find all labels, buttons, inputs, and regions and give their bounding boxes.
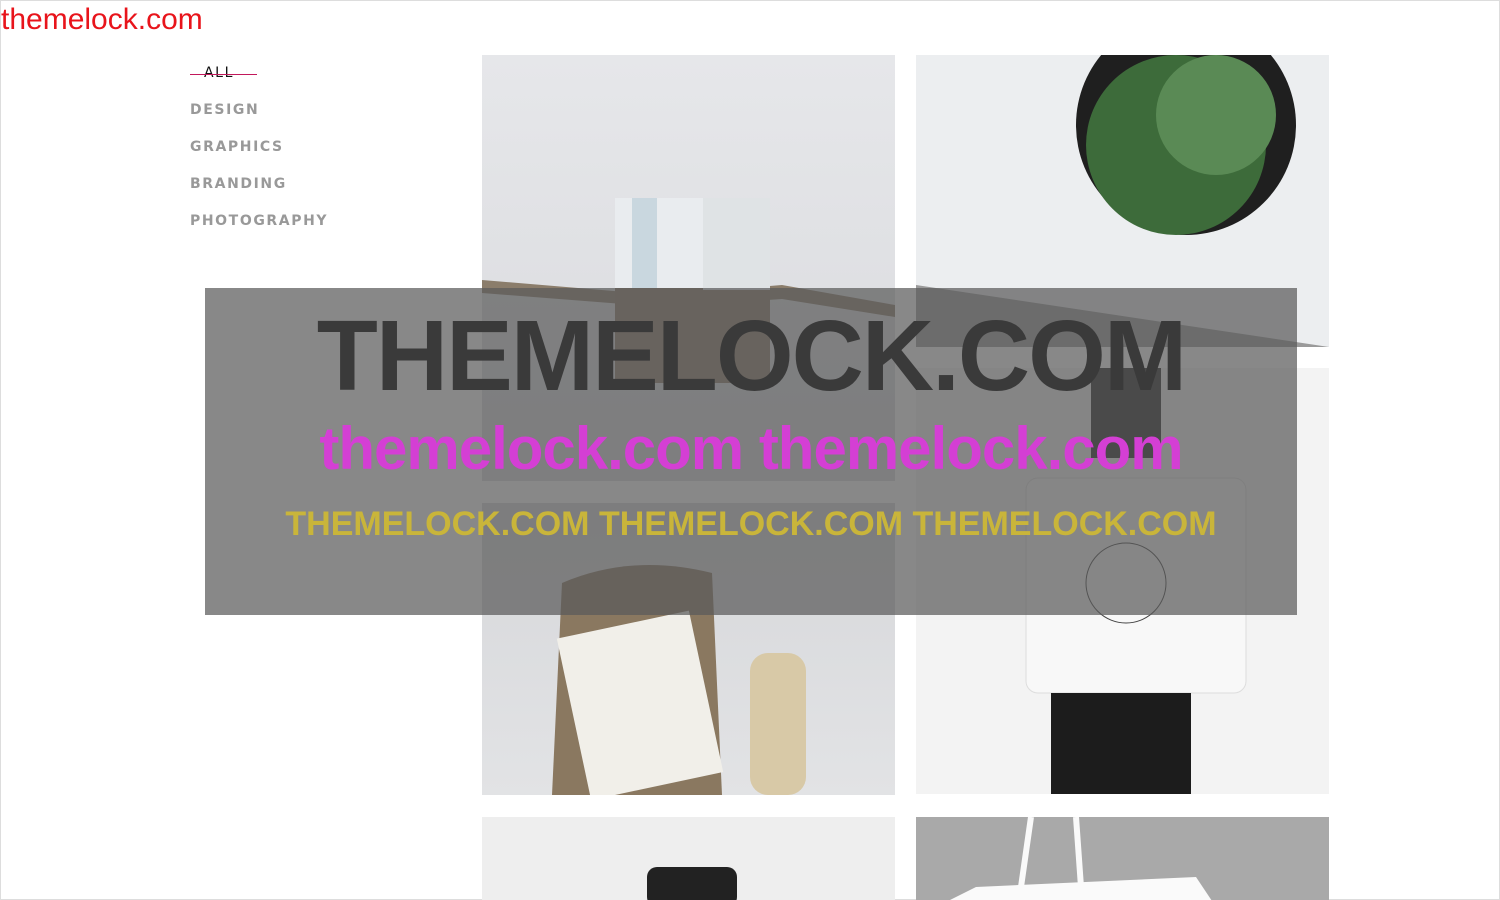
watermark-overlay: THEMELOCK.COM themelock.com themelock.co…	[205, 288, 1297, 615]
product-image	[647, 867, 737, 900]
filter-graphics[interactable]: GRAPHICS	[190, 139, 328, 157]
watermark-line-1: THEMELOCK.COM	[316, 300, 1187, 412]
bag-image	[950, 817, 1212, 900]
portfolio-item-6[interactable]	[916, 817, 1329, 900]
filter-all[interactable]: ALL	[190, 65, 328, 83]
portfolio-filter: ALL DESIGN GRAPHICS BRANDING PHOTOGRAPHY	[190, 65, 328, 250]
watermark-text: themelock.com	[1, 3, 203, 36]
filter-branding[interactable]: BRANDING	[190, 176, 328, 194]
filter-photography[interactable]: PHOTOGRAPHY	[190, 213, 328, 231]
portfolio-item-5[interactable]	[482, 817, 895, 900]
filter-design[interactable]: DESIGN	[190, 102, 328, 120]
watermark-line-3: THEMELOCK.COM THEMELOCK.COM THEMELOCK.CO…	[285, 505, 1217, 543]
watermark-line-2: themelock.com themelock.com	[319, 415, 1183, 482]
